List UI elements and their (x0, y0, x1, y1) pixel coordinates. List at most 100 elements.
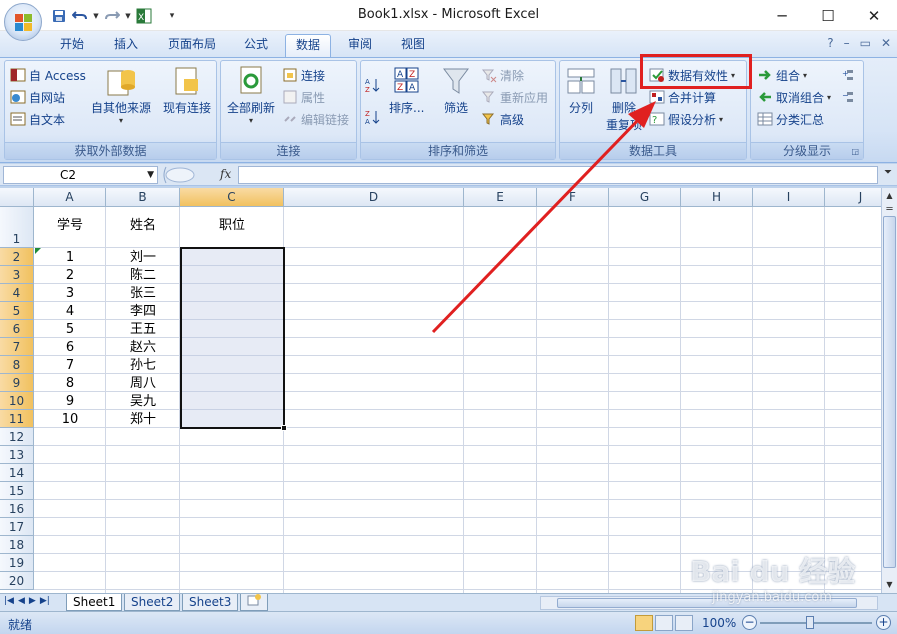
refresh-all-button[interactable]: 全部刷新 ▾ (227, 65, 275, 125)
sheet-tab-sheet3[interactable]: Sheet3 (182, 594, 239, 611)
row-header-13[interactable]: 13 (0, 446, 34, 464)
row-header-12[interactable]: 12 (0, 428, 34, 446)
column-header-d[interactable]: D (284, 188, 464, 207)
show-detail-icon[interactable]: + (841, 65, 857, 85)
first-sheet-icon[interactable]: |◀ (4, 596, 14, 606)
clear-filter-button[interactable]: 清除 (481, 65, 524, 85)
zoom-in-button[interactable]: + (876, 615, 891, 630)
table-cell[interactable]: 5 (34, 321, 106, 338)
last-sheet-icon[interactable]: ▶| (40, 596, 50, 606)
cell-header-id[interactable]: 学号 (34, 217, 106, 234)
worksheet-grid[interactable]: ABCDEFGHIJ 1 2 3 4 5 6 7 8 9 10 11 12 13 14 15 16 17 18 19… (0, 188, 881, 593)
table-cell[interactable]: 李四 (106, 303, 180, 320)
row-header-15[interactable]: 15 (0, 482, 34, 500)
zoom-level[interactable]: 100% (702, 616, 736, 630)
column-header-h[interactable]: H (681, 188, 753, 207)
table-cell[interactable]: 张三 (106, 285, 180, 302)
text-to-columns-button[interactable]: 分列 (566, 65, 596, 116)
formula-input[interactable] (238, 166, 878, 184)
table-cell[interactable]: 郑十 (106, 411, 180, 428)
advanced-filter-button[interactable]: 高级 (481, 109, 524, 129)
row-header-16[interactable]: 16 (0, 500, 34, 518)
table-cell[interactable]: 王五 (106, 321, 180, 338)
row-header-8[interactable]: 8 (0, 356, 34, 374)
help-icon[interactable]: ? (827, 36, 833, 50)
maximize-button[interactable]: ☐ (805, 0, 851, 31)
row-header-4[interactable]: 4 (0, 284, 34, 302)
hide-detail-icon[interactable]: − (841, 87, 857, 107)
zoom-out-button[interactable]: − (742, 615, 757, 630)
office-button[interactable] (4, 3, 42, 41)
column-header-i[interactable]: I (753, 188, 825, 207)
table-cell[interactable]: 8 (34, 375, 106, 392)
row-header-14[interactable]: 14 (0, 464, 34, 482)
from-web-button[interactable]: 自网站 (10, 87, 65, 107)
tab-insert[interactable]: 插入 (104, 34, 148, 57)
table-cell[interactable]: 吴九 (106, 393, 180, 410)
tab-page-layout[interactable]: 页面布局 (158, 34, 226, 57)
expand-formula-bar-icon[interactable]: ⏷ (881, 167, 895, 183)
row-header-3[interactable]: 3 (0, 266, 34, 284)
row-header-9[interactable]: 9 (0, 374, 34, 392)
other-sources-button[interactable]: 自其他来源 ▾ (91, 65, 151, 125)
existing-connections-button[interactable]: 现有连接 (163, 65, 211, 116)
consolidate-button[interactable]: 合并计算 (649, 87, 716, 107)
cell-header-position[interactable]: 职位 (180, 217, 284, 234)
column-header-f[interactable]: F (537, 188, 609, 207)
normal-view-icon[interactable] (635, 615, 653, 631)
zoom-slider[interactable] (760, 616, 872, 629)
table-cell[interactable]: 刘一 (106, 249, 180, 266)
fill-handle[interactable] (281, 425, 287, 431)
from-access-button[interactable]: 自 Access (10, 65, 86, 85)
connections-button[interactable]: 连接 (282, 65, 325, 85)
row-header-20[interactable]: 20 (0, 572, 34, 590)
column-header-e[interactable]: E (464, 188, 537, 207)
select-all-corner[interactable] (0, 188, 34, 207)
column-header-j[interactable]: J (825, 188, 881, 207)
prev-sheet-icon[interactable]: ◀ (18, 596, 25, 606)
name-box[interactable]: C2 ▼ (3, 166, 158, 184)
column-header-c[interactable]: C (180, 188, 284, 207)
table-cell[interactable]: 7 (34, 357, 106, 374)
subtotal-button[interactable]: 分类汇总 (757, 109, 824, 129)
row-header-7[interactable]: 7 (0, 338, 34, 356)
table-cell[interactable]: 赵六 (106, 339, 180, 356)
row-header-2[interactable]: 2 (0, 248, 34, 266)
sort-button[interactable]: AZZA 排序... (389, 65, 424, 116)
table-cell[interactable]: 6 (34, 339, 106, 356)
table-cell[interactable]: 2 (34, 267, 106, 284)
table-cell[interactable]: 周八 (106, 375, 180, 392)
filter-button[interactable]: 筛选 (441, 65, 471, 116)
sheet-tab-sheet2[interactable]: Sheet2 (124, 594, 181, 611)
table-cell[interactable]: 孙七 (106, 357, 180, 374)
table-cell[interactable]: 10 (34, 411, 106, 428)
sort-az-button[interactable]: AZ (365, 75, 381, 95)
column-header-g[interactable]: G (609, 188, 681, 207)
scroll-down-icon[interactable]: ▼ (882, 577, 897, 593)
vertical-scrollbar[interactable]: ▲ ═ ▼ (881, 188, 897, 593)
vertical-scroll-thumb[interactable] (883, 216, 896, 568)
minimize-button[interactable]: ─ (759, 0, 805, 31)
row-header-6[interactable]: 6 (0, 320, 34, 338)
table-cell[interactable]: 陈二 (106, 267, 180, 284)
properties-button[interactable]: 属性 (282, 87, 325, 107)
column-header-b[interactable]: B (106, 188, 180, 207)
sheet-tab-sheet1[interactable]: Sheet1 (66, 594, 123, 611)
page-break-view-icon[interactable] (675, 615, 693, 631)
zoom-slider-thumb[interactable] (806, 616, 814, 629)
column-header-a[interactable]: A (34, 188, 106, 207)
dialog-launcher-icon[interactable]: ◲ (851, 147, 859, 156)
cell-header-name[interactable]: 姓名 (106, 217, 180, 234)
close-button[interactable]: ✕ (851, 0, 897, 31)
table-cell[interactable]: 3 (34, 285, 106, 302)
ribbon-minimize-icon[interactable]: – (844, 36, 850, 50)
tab-formulas[interactable]: 公式 (234, 34, 278, 57)
row-header-10[interactable]: 10 (0, 392, 34, 410)
row-header-5[interactable]: 5 (0, 302, 34, 320)
remove-duplicates-button[interactable]: 删除 重复项 (606, 65, 642, 133)
row-header-19[interactable]: 19 (0, 554, 34, 572)
page-layout-view-icon[interactable] (655, 615, 673, 631)
tab-home[interactable]: 开始 (50, 34, 94, 57)
ribbon-restore-icon[interactable]: ▭ (860, 36, 871, 50)
what-if-analysis-button[interactable]: ? 假设分析 ▾ (649, 109, 723, 129)
